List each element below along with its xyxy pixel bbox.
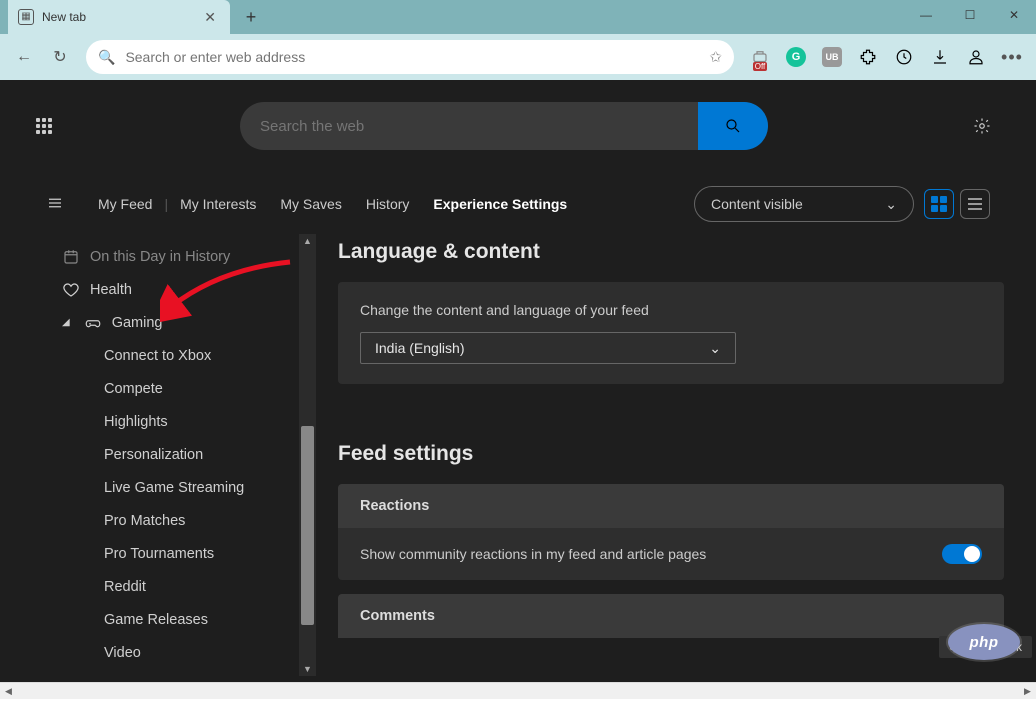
php-badge: php	[948, 624, 1020, 660]
tab-title: New tab	[42, 10, 200, 24]
sidebar-item-label: Reddit	[104, 579, 146, 595]
sidebar-item-reddit[interactable]: Reddit	[0, 570, 316, 603]
web-search-bar[interactable]	[240, 102, 768, 150]
off-badge: Off	[753, 62, 768, 71]
sidebar-item-label: Compete	[104, 381, 163, 397]
sidebar-item-health[interactable]: Health	[0, 273, 316, 306]
sidebar-item-gaming[interactable]: ◢ Gaming	[0, 306, 316, 339]
sidebar-item-personalization[interactable]: Personalization	[0, 438, 316, 471]
page-top-bar	[0, 80, 1036, 150]
sidebar-item-pro-tournaments[interactable]: Pro Tournaments	[0, 537, 316, 570]
web-search-button[interactable]	[698, 102, 768, 150]
sidebar-item-label: Personalization	[104, 447, 203, 463]
sidebar-item-label: Health	[90, 282, 132, 298]
tab-close-button[interactable]: ✕	[200, 7, 220, 28]
scroll-down-icon[interactable]: ▼	[299, 662, 316, 676]
sidebar-item-live-game-streaming[interactable]: Live Game Streaming	[0, 471, 316, 504]
sidebar-item-label: On this Day in History	[90, 249, 230, 265]
search-icon: 🔍	[98, 49, 115, 66]
reactions-row: Show community reactions in my feed and …	[338, 528, 1004, 580]
language-value: India (English)	[375, 340, 465, 356]
favorite-icon[interactable]: ✩	[709, 48, 722, 66]
comments-header: Comments	[338, 594, 1004, 638]
browser-tab[interactable]: New tab ✕	[8, 0, 230, 34]
settings-gear-button[interactable]	[966, 110, 998, 142]
scroll-right-icon[interactable]: ▶	[1019, 683, 1036, 700]
menu-icon[interactable]	[46, 194, 64, 215]
language-select[interactable]: India (English) ⌄	[360, 332, 736, 364]
sidebar-item-video[interactable]: Video	[0, 636, 316, 669]
sidebar-item-label: Game Releases	[104, 612, 208, 628]
sidebar-item-label: Highlights	[104, 414, 168, 430]
page-content: My Feed | My Interests My Saves History …	[0, 80, 1036, 682]
grid-view-button[interactable]	[924, 189, 954, 219]
feed-nav-bar: My Feed | My Interests My Saves History …	[0, 150, 1036, 234]
extension-off-icon[interactable]: Off	[744, 41, 776, 73]
sidebar-item-on-this-day-in-history[interactable]: On this Day in History	[0, 240, 316, 273]
chevron-down-icon: ⌄	[885, 196, 897, 213]
sidebar-item-game-releases[interactable]: Game Releases	[0, 603, 316, 636]
view-toggle	[924, 189, 990, 219]
sidebar-scrollbar[interactable]: ▲ ▼	[299, 234, 316, 676]
main-content: On this Day in History Health ◢ Gaming Conne…	[0, 234, 1036, 676]
titlebar: New tab ✕ + — ☐ ✕	[0, 0, 1036, 34]
sidebar-item-label: Live Game Streaming	[104, 480, 244, 496]
sidebar-item-connect-to-xbox[interactable]: Connect to Xbox	[0, 339, 316, 372]
sidebar-item-label: Connect to Xbox	[104, 348, 211, 364]
window-controls: — ☐ ✕	[904, 0, 1036, 30]
settings-panel: Language & content Change the content an…	[316, 234, 1036, 676]
nav-history[interactable]: History	[354, 196, 422, 212]
address-bar[interactable]: 🔍 ✩	[86, 40, 734, 74]
address-input[interactable]	[125, 49, 709, 65]
extensions-icon[interactable]	[852, 41, 884, 73]
content-visible-label: Content visible	[711, 196, 803, 212]
web-search-input[interactable]	[240, 118, 698, 135]
list-view-button[interactable]	[960, 189, 990, 219]
history-icon[interactable]	[888, 41, 920, 73]
scroll-up-icon[interactable]: ▲	[299, 234, 316, 248]
minimize-button[interactable]: —	[904, 0, 948, 30]
sidebar-item-compete[interactable]: Compete	[0, 372, 316, 405]
nav-my-feed[interactable]: My Feed	[86, 196, 164, 212]
sidebar-item-label: Video	[104, 645, 141, 661]
content-visible-dropdown[interactable]: Content visible ⌄	[694, 186, 914, 222]
refresh-button[interactable]: ↻	[44, 41, 76, 73]
language-card: Change the content and language of your …	[338, 282, 1004, 384]
sidebar-item-pro-matches[interactable]: Pro Matches	[0, 504, 316, 537]
language-content-title: Language & content	[338, 240, 1004, 264]
caret-down-icon: ◢	[62, 317, 70, 328]
reactions-header: Reactions	[338, 484, 1004, 528]
language-desc: Change the content and language of your …	[360, 302, 982, 318]
horizontal-scrollbar[interactable]: ◀ ▶	[0, 682, 1036, 699]
browser-toolbar: ← ↻ 🔍 ✩ Off G UB •••	[0, 34, 1036, 80]
feed-settings-title: Feed settings	[338, 442, 1004, 466]
nav-experience-settings[interactable]: Experience Settings	[421, 196, 579, 212]
tab-favicon-icon	[18, 9, 34, 25]
grammarly-icon[interactable]: G	[780, 41, 812, 73]
back-button[interactable]: ←	[8, 41, 40, 73]
scroll-left-icon[interactable]: ◀	[0, 683, 17, 700]
downloads-icon[interactable]	[924, 41, 956, 73]
reactions-toggle[interactable]	[942, 544, 982, 564]
close-button[interactable]: ✕	[992, 0, 1036, 30]
nav-my-saves[interactable]: My Saves	[268, 196, 353, 212]
reactions-desc: Show community reactions in my feed and …	[360, 546, 706, 562]
scroll-thumb[interactable]	[301, 426, 314, 625]
maximize-button[interactable]: ☐	[948, 0, 992, 30]
chevron-down-icon: ⌄	[709, 340, 721, 357]
sidebar-item-highlights[interactable]: Highlights	[0, 405, 316, 438]
more-menu-button[interactable]: •••	[996, 41, 1028, 73]
profile-icon[interactable]	[960, 41, 992, 73]
sidebar: On this Day in History Health ◢ Gaming Conne…	[0, 234, 316, 676]
nav-my-interests[interactable]: My Interests	[168, 196, 268, 212]
sidebar-item-label: Pro Tournaments	[104, 546, 214, 562]
ublock-icon[interactable]: UB	[816, 41, 848, 73]
sidebar-item-label: Pro Matches	[104, 513, 185, 529]
sidebar-item-label: Gaming	[112, 315, 163, 331]
apps-grid-button[interactable]	[28, 110, 60, 142]
new-tab-button[interactable]: +	[236, 2, 266, 32]
